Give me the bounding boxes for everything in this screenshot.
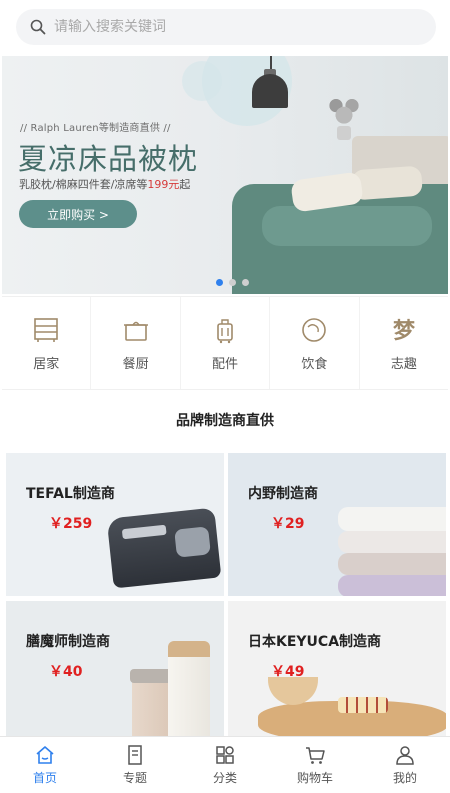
towel-shape <box>338 575 446 596</box>
search-box[interactable] <box>16 9 436 45</box>
category-icon <box>216 746 234 764</box>
carousel-dot[interactable] <box>242 279 249 286</box>
bottle-image <box>168 641 210 744</box>
interest-icon: 梦 <box>393 318 416 344</box>
luggage-icon <box>217 318 233 343</box>
towel-shape <box>338 531 446 553</box>
banner-desc-suffix: 起 <box>179 178 191 191</box>
bottle-lid <box>168 641 210 657</box>
toaster-glass <box>174 526 211 558</box>
bed-duvet <box>262 206 432 246</box>
tab-label: 分类 <box>212 771 237 785</box>
vase-decor <box>337 126 351 140</box>
bottom-tabbar: 首页 专题 分类 购物车 我的 <box>0 736 450 793</box>
brand-price: ￥40 <box>49 664 83 680</box>
brand-name: TEFAL制造商 <box>26 486 115 502</box>
carousel-dots <box>216 279 249 286</box>
tab-cart[interactable]: 购物车 <box>270 737 360 793</box>
category-item-interest[interactable]: 梦 志趣 <box>360 297 448 389</box>
category-item-food[interactable]: 饮食 <box>270 297 360 389</box>
towels-image <box>338 499 446 596</box>
tab-label: 专题 <box>122 771 147 785</box>
towel-shape <box>338 553 446 575</box>
cabinet-icon <box>34 317 59 342</box>
brand-card[interactable]: 内野制造商 ￥29 <box>228 453 446 596</box>
tab-topic[interactable]: 专题 <box>90 737 180 793</box>
category-label: 饮食 <box>301 356 328 372</box>
banner-title: 夏凉床品被枕 <box>18 142 199 176</box>
topic-icon <box>128 745 142 765</box>
brand-name: 膳魔师制造商 <box>26 634 110 650</box>
category-label: 志趣 <box>390 356 417 372</box>
category-nav: 居家 餐厨 配件 饮食 梦 志趣 <box>2 296 448 390</box>
brand-name: 日本KEYUCA制造商 <box>248 634 382 650</box>
snack-image <box>338 697 388 713</box>
banner-desc-prefix: 乳胶枕/棉麻四件套/凉席等 <box>19 178 148 191</box>
category-item-home[interactable]: 居家 <box>2 297 92 389</box>
tab-home[interactable]: 首页 <box>0 737 90 793</box>
category-label: 配件 <box>212 356 239 372</box>
toaster-image <box>106 507 222 589</box>
cart-icon <box>306 747 325 764</box>
towel-shape <box>338 507 446 531</box>
brand-price: ￥29 <box>271 516 305 532</box>
pendant-lamp <box>252 74 288 108</box>
plant-decor <box>324 96 364 128</box>
carousel-dot[interactable] <box>229 279 236 286</box>
category-label: 餐厨 <box>122 356 149 372</box>
decor-circle <box>182 61 222 101</box>
brand-name: 内野制造商 <box>248 486 318 502</box>
promo-banner[interactable]: // Ralph Lauren等制造商直供 // 夏凉床品被枕 乳胶枕/棉麻四件… <box>2 56 448 294</box>
search-icon <box>30 19 46 35</box>
home-icon <box>36 746 54 764</box>
buy-now-button[interactable]: 立即购买 > <box>19 200 137 228</box>
brand-card[interactable]: TEFAL制造商 ￥259 <box>6 453 224 596</box>
category-label: 居家 <box>33 356 60 372</box>
category-item-kitchen[interactable]: 餐厨 <box>91 297 181 389</box>
brand-price: ￥49 <box>271 664 305 680</box>
tab-label: 我的 <box>392 771 417 785</box>
banner-desc-price: 199元 <box>147 178 180 191</box>
tab-label: 购物车 <box>296 771 333 785</box>
banner-description: 乳胶枕/棉麻四件套/凉席等199元起 <box>19 176 190 192</box>
user-icon <box>396 746 414 765</box>
brand-price: ￥259 <box>49 516 93 532</box>
category-item-accessories[interactable]: 配件 <box>181 297 271 389</box>
tab-mine[interactable]: 我的 <box>360 737 450 793</box>
search-bar <box>0 0 450 56</box>
brand-card[interactable]: 膳魔师制造商 ￥40 <box>6 601 224 744</box>
food-icon <box>302 317 327 342</box>
tab-category[interactable]: 分类 <box>180 737 270 793</box>
search-input[interactable] <box>54 19 414 35</box>
toaster-slot <box>121 524 167 540</box>
svg-text:梦: 梦 <box>393 318 416 344</box>
brand-card[interactable]: 日本KEYUCA制造商 ￥49 <box>228 601 446 744</box>
section-title: 品牌制造商直供 <box>176 413 274 429</box>
pot-icon <box>123 321 148 341</box>
banner-subtitle: // Ralph Lauren等制造商直供 // <box>20 123 171 134</box>
tab-label: 首页 <box>32 771 57 785</box>
carousel-dot[interactable] <box>216 279 223 286</box>
